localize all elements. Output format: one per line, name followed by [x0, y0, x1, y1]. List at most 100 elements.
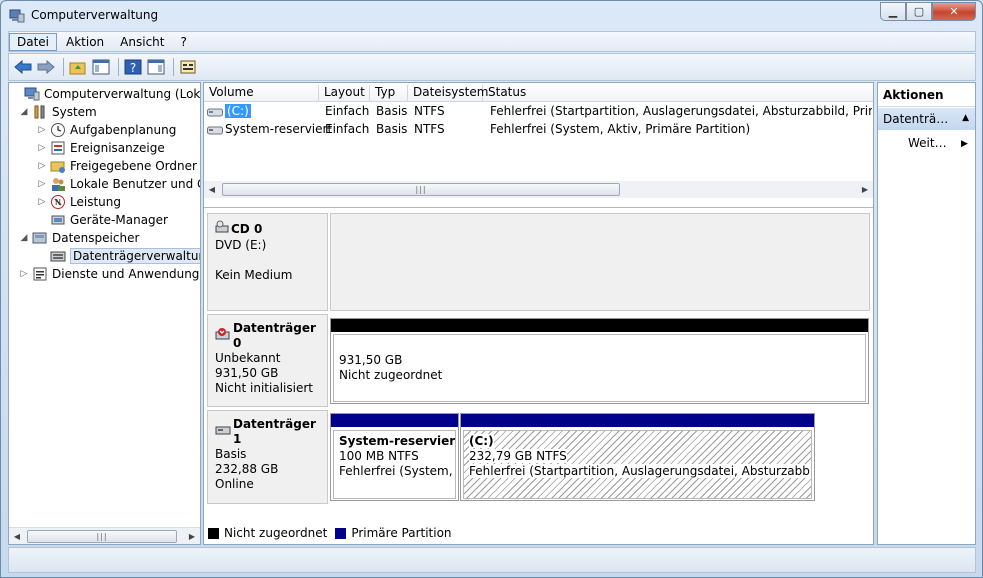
scroll-left-icon[interactable]: ◀ [9, 528, 25, 544]
collapsed-arrow-icon[interactable]: ▷ [37, 143, 47, 153]
computer-icon [24, 86, 40, 102]
device-manager-icon [50, 212, 66, 228]
scroll-thumb[interactable]: ||| [222, 183, 620, 196]
caption-buttons: ▁ ▢ ✕ [880, 2, 976, 21]
volume-type: Basis [376, 122, 408, 136]
toolbar-separator [118, 58, 119, 76]
submenu-arrow-icon[interactable]: ▶ [961, 139, 968, 149]
primary-partition-bar [461, 414, 814, 427]
title-bar[interactable]: Computerverwaltung ▁ ▢ ✕ [1, 1, 982, 31]
expanded-arrow-icon[interactable]: ◢ [19, 233, 29, 243]
legend-swatch-unallocated [208, 527, 219, 539]
app-window: Computerverwaltung ▁ ▢ ✕ Datei Aktion An… [0, 0, 983, 578]
tree-item-system[interactable]: ◢ System [19, 103, 97, 121]
menu-help[interactable]: ? [173, 34, 193, 50]
show-hide-tree-button[interactable] [91, 57, 111, 77]
actions-title: Aktionen [878, 83, 975, 107]
unallocated-bar [331, 319, 868, 332]
column-header-layout[interactable]: Layout [319, 85, 370, 101]
console-tree-icon [92, 59, 110, 75]
menu-bar: Datei Aktion Ansicht ? [8, 31, 976, 52]
scroll-right-icon[interactable]: ▶ [184, 528, 200, 544]
tree-item-storage[interactable]: ◢ Datenspeicher [19, 229, 140, 247]
forward-button[interactable] [36, 57, 56, 77]
column-header-dateisystem[interactable]: Dateisystem [408, 85, 488, 101]
disk-error-icon [215, 327, 231, 345]
tree-item-disk-management[interactable]: Datenträgerverwaltung [50, 247, 200, 265]
disk-drive-icon [215, 423, 231, 441]
actions-section-disk-management[interactable]: Datenträgerverwaltung ▲ [878, 108, 975, 130]
help-button[interactable]: ? [123, 57, 143, 77]
tools-icon [32, 104, 48, 120]
help-icon: ? [124, 59, 142, 75]
tree-item-services-applications[interactable]: ▷ Dienste und Anwendungen [19, 265, 200, 283]
up-level-button[interactable] [68, 57, 88, 77]
menu-datei[interactable]: Datei [9, 32, 58, 51]
minimize-button[interactable]: ▁ [880, 2, 906, 21]
volume-drive-icon [207, 106, 223, 121]
partition-disk0-unallocated[interactable]: 931,50 GB Nicht zugeordnet [330, 318, 869, 404]
column-header-status[interactable]: Status [483, 85, 873, 101]
partition-legend: Nicht zugeordnet Primäre Partition [208, 526, 452, 540]
disk-management-pane: Volume Layout Typ Dateisystem Status (C:… [203, 82, 874, 545]
back-button[interactable] [13, 57, 33, 77]
volume-row[interactable]: (C:) Einfach Basis NTFS Fehlerfrei (Star… [204, 103, 873, 120]
tree-item-task-scheduler[interactable]: ▷ Aufgabenplanung [37, 121, 176, 139]
scroll-thumb[interactable]: ||| [27, 530, 177, 543]
event-viewer-icon [50, 140, 66, 156]
tree-item-device-manager[interactable]: Geräte-Manager [50, 211, 168, 229]
tree-item-local-users[interactable]: ▷ Lokale Benutzer und Gruppen [37, 175, 200, 193]
computer-management-icon [9, 8, 25, 24]
show-hide-action-pane-button[interactable] [146, 57, 166, 77]
scroll-right-icon[interactable]: ▶ [857, 182, 873, 198]
partition-system-reserved[interactable]: System-reserviert 100 MB NTFS Fehlerfrei… [330, 413, 459, 501]
collapsed-arrow-icon[interactable]: ▷ [37, 125, 47, 135]
toolbar-separator [173, 58, 174, 76]
storage-icon [32, 230, 48, 246]
volume-status: Fehlerfrei (System, Aktiv, Primäre Parti… [490, 122, 751, 136]
folder-up-icon [69, 62, 86, 75]
collapsed-arrow-icon[interactable]: ▷ [37, 197, 47, 207]
collapsed-arrow-icon[interactable]: ▷ [37, 161, 47, 171]
performance-icon: N [50, 194, 66, 210]
collapsed-arrow-icon[interactable]: ▷ [37, 179, 47, 189]
cd-drive-icon [215, 220, 229, 238]
legend-swatch-primary [335, 527, 347, 539]
shared-folder-icon [50, 158, 66, 174]
menu-ansicht[interactable]: Ansicht [113, 34, 171, 50]
disk-info-cd0[interactable]: CD 0 DVD (E:) Kein Medium [207, 213, 328, 311]
arrow-right-icon [37, 60, 55, 74]
tree-item-shared-folders[interactable]: ▷ Freigegebene Ordner [37, 157, 197, 175]
volume-layout: Einfach [325, 122, 370, 136]
volume-list-horizontal-scrollbar[interactable]: ◀ ||| ▶ [204, 181, 873, 198]
volume-list-header: Volume Layout Typ Dateisystem Status [204, 83, 873, 102]
actions-more-actions[interactable]: Weitere Aktionen [908, 136, 948, 150]
tree-item-performance[interactable]: ▷ N Leistung [37, 193, 121, 211]
partition-c-drive[interactable]: (C:) 232,79 GB NTFS Fehlerfrei (Startpar… [460, 413, 815, 501]
expanded-arrow-icon[interactable]: ◢ [19, 107, 29, 117]
scroll-left-icon[interactable]: ◀ [204, 182, 220, 198]
navigation-tree: Computerverwaltung (Lokal) ◢ System ▷ Au… [8, 82, 201, 545]
column-header-volume[interactable]: Volume [204, 85, 319, 101]
status-bar [8, 547, 976, 573]
disk-info-disk1[interactable]: Datenträger 1 Basis 232,88 GB Online [207, 410, 328, 504]
clock-icon [50, 122, 66, 138]
tree-item-event-viewer[interactable]: ▷ Ereignisanzeige [37, 139, 165, 157]
collapse-up-icon[interactable]: ▲ [962, 113, 969, 123]
volume-filesystem: NTFS [414, 122, 445, 136]
tree-horizontal-scrollbar[interactable]: ◀ ||| ▶ [9, 527, 200, 544]
volume-row[interactable]: System-reserviert Einfach Basis NTFS Feh… [204, 121, 873, 138]
menu-aktion[interactable]: Aktion [59, 34, 111, 50]
collapsed-arrow-icon[interactable]: ▷ [19, 269, 29, 279]
volume-name: (C:) [225, 104, 251, 118]
properties-icon [180, 60, 196, 74]
tree-item-computer-management[interactable]: Computerverwaltung (Lokal) [11, 85, 200, 103]
minimize-icon: ▁ [888, 5, 898, 18]
close-button[interactable]: ✕ [932, 2, 976, 21]
cd0-no-media-area [330, 213, 870, 311]
column-header-typ[interactable]: Typ [370, 85, 408, 101]
maximize-button[interactable]: ▢ [906, 2, 932, 21]
properties-button[interactable] [178, 57, 198, 77]
svg-text:N: N [55, 198, 61, 207]
disk-info-disk0[interactable]: Datenträger 0 Unbekannt 931,50 GB Nicht … [207, 314, 328, 407]
